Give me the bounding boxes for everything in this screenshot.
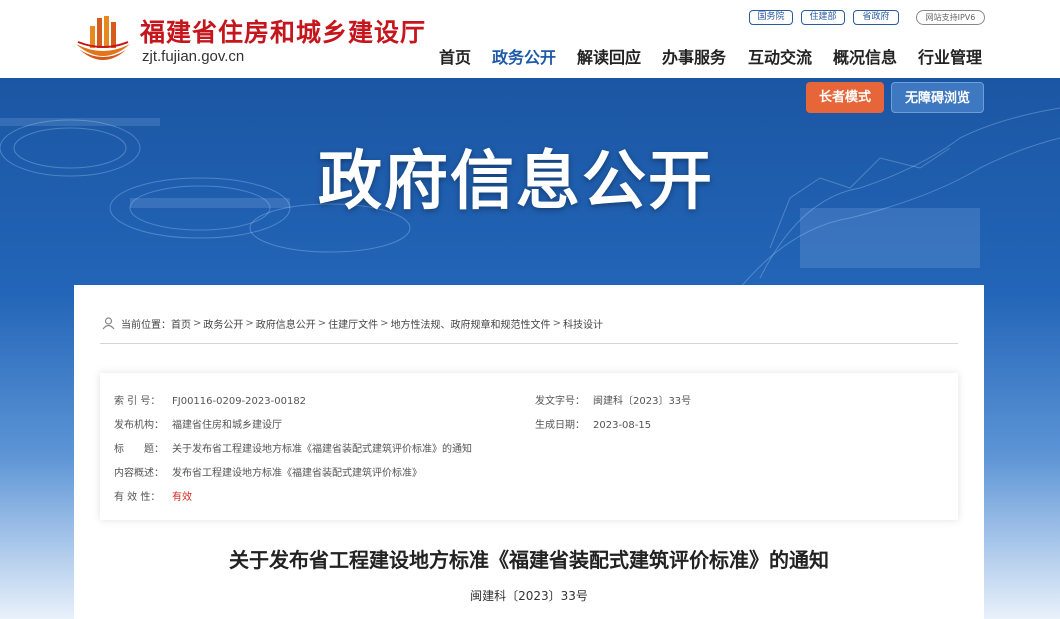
nav-gov-affairs[interactable]: 政务公开 — [492, 44, 556, 68]
top-link-provincial-gov[interactable]: 省政府 — [853, 10, 899, 25]
info-date-row: 生成日期： 2023-08-15 — [535, 416, 651, 431]
breadcrumb-separator: > — [552, 318, 561, 329]
breadcrumb-tech-design[interactable]: 科技设计 — [563, 316, 603, 331]
breadcrumb-separator: > — [380, 318, 389, 329]
info-validity-label: 有 效 性： — [114, 492, 161, 503]
banner-title: 政府信息公开 — [318, 145, 714, 219]
info-index-label: 索 引 号： — [114, 396, 161, 407]
info-title-row: 标 题： 关于发布省工程建设地方标准《福建省装配式建筑评价标准》的通知 — [114, 440, 472, 455]
site-domain: zjt.fujian.gov.cn — [142, 48, 245, 65]
breadcrumb-prefix: 当前位置： — [121, 320, 171, 331]
site-header: 福建省住房和城乡建设厅 zjt.fujian.gov.cn 国务院 住建部 省政… — [0, 0, 1060, 78]
ipv6-badge: 网站支持IPV6 — [916, 10, 985, 25]
info-validity-value: 有效 — [172, 492, 192, 503]
info-index-row: 索 引 号： FJ00116-0209-2023-00182 — [114, 392, 306, 407]
top-link-state-council[interactable]: 国务院 — [749, 10, 793, 25]
nav-interaction[interactable]: 互动交流 — [748, 44, 812, 68]
breadcrumb-separator: > — [317, 318, 327, 329]
breadcrumb-separator: > — [245, 318, 254, 329]
nav-services[interactable]: 办事服务 — [662, 44, 726, 68]
info-org-row: 发布机构： 福建省住房和城乡建设厅 — [114, 416, 282, 431]
site-name[interactable]: 福建省住房和城乡建设厅 — [140, 13, 426, 49]
info-org-value: 福建省住房和城乡建设厅 — [172, 420, 282, 431]
main-content: 当前位置： 首页 > 政务公开 > 政府信息公开 > 住建厅文件 > 地方性法规… — [74, 285, 984, 619]
accessible-browse-button[interactable]: 无障碍浏览 — [891, 82, 984, 113]
nav-industry[interactable]: 行业管理 — [918, 44, 982, 68]
breadcrumb-gov-affairs[interactable]: 政务公开 — [203, 316, 243, 331]
info-validity-row: 有 效 性： 有效 — [114, 488, 192, 503]
info-doc-no-value: 闽建科〔2023〕33号 — [593, 396, 692, 407]
info-org-label: 发布机构： — [114, 420, 164, 431]
info-index-value: FJ00116-0209-2023-00182 — [172, 396, 307, 407]
document-title: 关于发布省工程建设地方标准《福建省装配式建筑评价标准》的通知 — [229, 548, 829, 572]
breadcrumb: 当前位置： 首页 > 政务公开 > 政府信息公开 > 住建厅文件 > 地方性法规… — [102, 316, 603, 331]
nav-interpretation[interactable]: 解读回应 — [577, 44, 641, 68]
info-summary-label: 内容概述： — [114, 468, 164, 479]
nav-home[interactable]: 首页 — [439, 44, 471, 68]
breadcrumb-gov-info[interactable]: 政府信息公开 — [256, 316, 316, 331]
breadcrumb-regulations[interactable]: 地方性法规、政府规章和规范性文件 — [391, 316, 551, 331]
breadcrumb-divider — [100, 343, 958, 344]
info-summary-value: 发布省工程建设地方标准《福建省装配式建筑评价标准》 — [172, 468, 422, 479]
info-title-value: 关于发布省工程建设地方标准《福建省装配式建筑评价标准》的通知 — [172, 444, 472, 455]
top-link-mohurd[interactable]: 住建部 — [801, 10, 845, 25]
info-date-value: 2023-08-15 — [593, 420, 652, 431]
document-info-panel: 索 引 号： FJ00116-0209-2023-00182 发文字号： 闽建科〔2… — [100, 373, 958, 520]
breadcrumb-separator: > — [193, 318, 202, 329]
document-number: 闽建科〔2023〕33号 — [470, 589, 588, 603]
info-date-label: 生成日期： — [535, 420, 585, 431]
info-doc-no-label: 发文字号： — [535, 396, 585, 407]
elder-mode-button[interactable]: 长者模式 — [806, 82, 884, 113]
location-user-icon — [102, 317, 115, 330]
site-logo[interactable] — [72, 12, 134, 66]
breadcrumb-dept-files[interactable]: 住建厅文件 — [328, 316, 378, 331]
info-summary-row: 内容概述： 发布省工程建设地方标准《福建省装配式建筑评价标准》 — [114, 464, 422, 479]
info-title-label: 标 题： — [114, 444, 164, 455]
info-doc-no-row: 发文字号： 闽建科〔2023〕33号 — [535, 392, 691, 407]
breadcrumb-home[interactable]: 首页 — [171, 316, 191, 331]
nav-overview[interactable]: 概况信息 — [833, 44, 897, 68]
